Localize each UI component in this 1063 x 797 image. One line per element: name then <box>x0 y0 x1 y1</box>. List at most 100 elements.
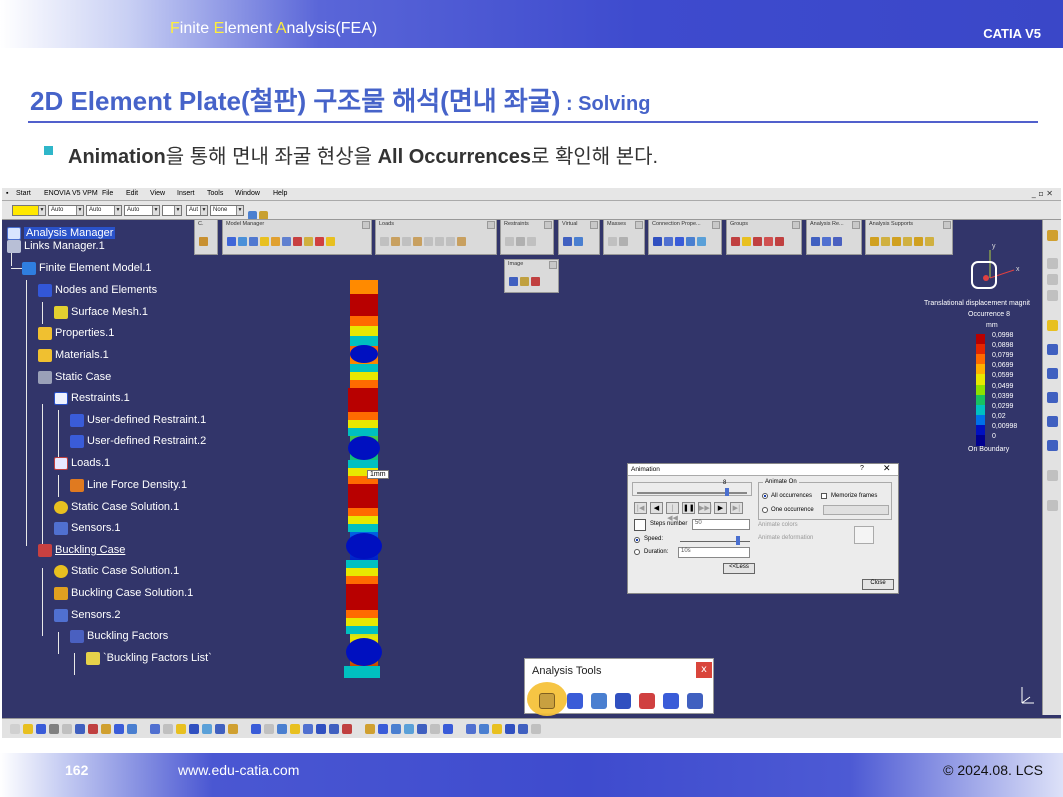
tree-node[interactable]: Loads.1 <box>54 455 110 471</box>
close-button[interactable]: Close <box>862 579 894 590</box>
toolbar-tool-icon[interactable] <box>329 724 339 734</box>
play-button[interactable]: ▶ <box>714 502 727 514</box>
toolbar-tool-icon[interactable] <box>150 724 160 734</box>
extrema-icon[interactable] <box>615 693 631 709</box>
toolbar-tool-icon[interactable] <box>492 724 502 734</box>
toolbar-tool-icon[interactable] <box>23 724 33 734</box>
toolbar-tool-icon[interactable] <box>127 724 137 734</box>
amplification-icon[interactable] <box>591 693 607 709</box>
layer-selector[interactable]: ▼ <box>162 205 182 216</box>
toolbar-tool-icon[interactable] <box>303 724 313 734</box>
footer-url[interactable]: www.edu-catia.com <box>178 762 299 778</box>
pause-button[interactable]: ❚❚ <box>682 502 695 514</box>
all-occurrences-radio[interactable] <box>762 493 768 499</box>
menu-edit[interactable]: Edit <box>126 190 138 197</box>
animate-deformation-option[interactable]: Animate deformation <box>758 535 813 541</box>
toolbar-tool-icon[interactable] <box>290 724 300 734</box>
toolbar-tool-icon[interactable] <box>378 724 388 734</box>
toolbar-tool-icon[interactable] <box>277 724 287 734</box>
menu-start[interactable]: Start <box>16 190 31 197</box>
animation-tool-icon[interactable] <box>539 693 555 709</box>
steps-input[interactable]: 50 <box>692 519 750 530</box>
toolbar-tool-icon[interactable] <box>36 724 46 734</box>
menu-insert[interactable]: Insert <box>177 190 195 197</box>
toolbar-tool-icon[interactable] <box>417 724 427 734</box>
tool-icon[interactable] <box>1047 290 1058 301</box>
save-animation-icon[interactable] <box>634 519 646 531</box>
tool-icon[interactable] <box>1047 416 1058 427</box>
toolbar-tool-icon[interactable] <box>101 724 111 734</box>
tool-icon[interactable] <box>1047 392 1058 403</box>
tree-node[interactable]: Links Manager.1 <box>7 238 105 254</box>
toolbar-tool-icon[interactable] <box>49 724 59 734</box>
rewind-button[interactable]: |◀◀ <box>666 502 679 522</box>
palette[interactable]: Virtual <box>558 219 600 255</box>
palette[interactable]: Restraints <box>500 219 554 255</box>
tree-node[interactable]: Buckling Case Solution.1 <box>54 585 193 601</box>
palette[interactable]: Masses <box>603 219 645 255</box>
color-selector[interactable]: ▼ <box>12 205 46 216</box>
tree-node[interactable]: Properties.1 <box>38 325 114 341</box>
palette[interactable]: C. <box>194 219 218 255</box>
start-icon[interactable]: ▪ <box>6 190 8 197</box>
toolbar-tool-icon[interactable] <box>466 724 476 734</box>
tree-node[interactable]: User-defined Restraint.1 <box>70 412 206 428</box>
duration-radio[interactable] <box>634 549 640 555</box>
toolbar-tool-icon[interactable] <box>228 724 238 734</box>
toolbar-tool-icon[interactable] <box>404 724 414 734</box>
toolbar-tool-icon[interactable] <box>479 724 489 734</box>
toolbar-tool-icon[interactable] <box>264 724 274 734</box>
tree-node[interactable]: Static Case Solution.1 <box>54 563 179 579</box>
palette[interactable]: Loads <box>375 219 497 255</box>
aut-selector[interactable]: Aut ▼ <box>186 205 208 216</box>
menu-file[interactable]: File <box>102 190 113 197</box>
tree-node[interactable]: Sensors.2 <box>54 607 121 623</box>
less-button[interactable]: <<Less <box>723 563 755 574</box>
animate-colors-option[interactable]: Animate colors <box>758 522 798 528</box>
close-icon[interactable]: x <box>696 662 712 678</box>
palette[interactable]: Analysis Re... <box>806 219 862 255</box>
palette[interactable]: Image <box>504 259 559 293</box>
speed-radio[interactable] <box>634 537 640 543</box>
tree-node[interactable]: Restraints.1 <box>54 390 130 406</box>
tree-node[interactable]: Surface Mesh.1 <box>54 304 148 320</box>
info-icon[interactable] <box>639 693 655 709</box>
tree-node[interactable]: Static Case Solution.1 <box>54 499 179 515</box>
tool-icon[interactable] <box>1047 440 1058 451</box>
toolbar-tool-icon[interactable] <box>342 724 352 734</box>
toolbar-tool-icon[interactable] <box>365 724 375 734</box>
tree-node[interactable]: Sensors.1 <box>54 520 121 536</box>
linetype-selector[interactable]: Auto ▼ <box>48 205 84 216</box>
point-selector[interactable]: Auto ▼ <box>124 205 160 216</box>
toolbar-tool-icon[interactable] <box>316 724 326 734</box>
tool-icon[interactable] <box>1047 274 1058 285</box>
curve-icon[interactable] <box>854 526 874 544</box>
one-occurrence-radio[interactable] <box>762 507 768 513</box>
tree-node[interactable]: Buckling Case <box>38 542 125 558</box>
menu-help[interactable]: Help <box>273 190 287 197</box>
frame-slider[interactable]: 8 <box>632 480 752 496</box>
none-selector[interactable]: None ▼ <box>210 205 244 216</box>
toolbar-tool-icon[interactable] <box>62 724 72 734</box>
toolbar-tool-icon[interactable] <box>189 724 199 734</box>
palette[interactable]: Model Manager <box>222 219 372 255</box>
tool-icon[interactable] <box>1047 500 1058 511</box>
palette[interactable]: Connection Prope... <box>648 219 722 255</box>
tool-icon[interactable] <box>1047 320 1058 331</box>
duration-input[interactable]: 10s <box>678 547 750 558</box>
last-frame-button[interactable]: ▶| <box>730 502 743 514</box>
tool-icon[interactable] <box>1047 230 1058 241</box>
toolbar-tool-icon[interactable] <box>531 724 541 734</box>
menu-view[interactable]: View <box>150 190 165 197</box>
toolbar-tool-icon[interactable] <box>114 724 124 734</box>
tool-icon[interactable] <box>1047 258 1058 269</box>
toolbar-tool-icon[interactable] <box>391 724 401 734</box>
first-frame-button[interactable]: |◀ <box>634 502 647 514</box>
toolbar-tool-icon[interactable] <box>505 724 515 734</box>
fast-forward-button[interactable]: ▶▶| <box>698 502 712 514</box>
toolbar-tool-icon[interactable] <box>518 724 528 734</box>
tree-node[interactable]: Line Force Density.1 <box>70 477 187 493</box>
tool-icon[interactable] <box>1047 344 1058 355</box>
help-button[interactable]: ? <box>860 465 864 472</box>
cut-plane-icon[interactable] <box>567 693 583 709</box>
